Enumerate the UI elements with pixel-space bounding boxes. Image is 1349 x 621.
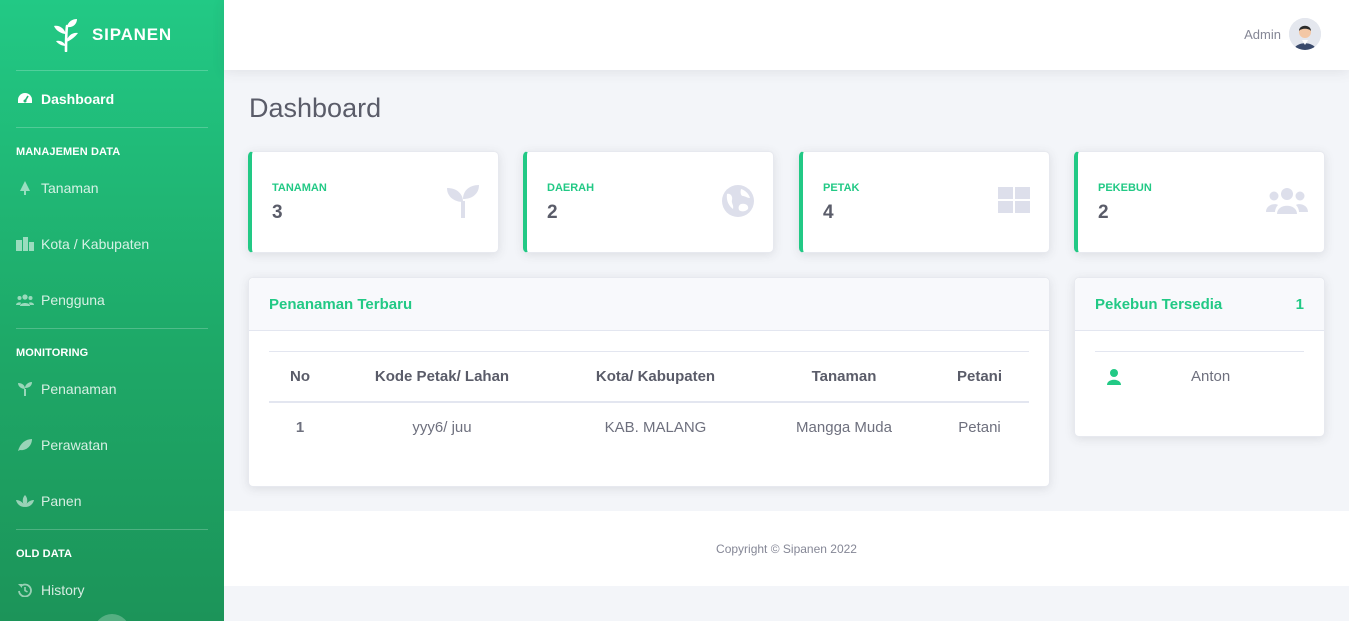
grid-icon [998, 187, 1030, 213]
sidebar-item-dashboard[interactable]: Dashboard [0, 71, 224, 127]
brand[interactable]: SIPANEN [0, 0, 224, 70]
farmer-count: 1 [1295, 295, 1304, 313]
stat-card-petak: PETAK 4 [799, 151, 1050, 253]
sidebar-item-panen[interactable]: Panen [0, 473, 224, 529]
brand-name: SIPANEN [92, 25, 172, 44]
stat-value: 3 [272, 202, 283, 223]
topbar: Admin [224, 0, 1349, 70]
sidebar-item-label: Dashboard [41, 91, 115, 107]
sidebar-heading: MANAJEMEN DATA [16, 146, 121, 158]
sidebar-item-label: History [41, 582, 85, 598]
card-title: Pekebun Tersedia [1095, 295, 1223, 313]
sidebar-item-pengguna[interactable]: Pengguna [0, 272, 224, 328]
recent-planting-card: Penanaman Terbaru No Kode Petak/ Lahan K… [248, 277, 1050, 487]
globe-icon [722, 185, 754, 217]
table-cell: Petani [958, 418, 1001, 436]
stat-label: PETAK [823, 182, 860, 194]
sidebar-item-label: Pengguna [41, 292, 105, 308]
table-cell: yyy6/ juu [412, 418, 472, 436]
user-icon [1107, 368, 1121, 385]
city-icon [16, 236, 34, 252]
sidebar-item-history[interactable]: History [0, 562, 224, 618]
sidebar-item-label: Penanaman [41, 381, 117, 397]
spa-icon [16, 493, 34, 509]
copyright-text: Copyright © Sipanen 2022 [716, 541, 857, 556]
column-header: Petani [930, 351, 1029, 403]
stat-card-pekebun: PEKEBUN 2 [1074, 151, 1325, 253]
users-icon [1266, 188, 1308, 214]
leaf-icon [16, 437, 34, 453]
column-header: Kode Petak/ Lahan [331, 351, 553, 403]
stat-card-tanaman: TANAMAN 3 [248, 151, 499, 253]
stat-label: DAERAH [547, 182, 595, 194]
stat-value: 4 [823, 202, 834, 223]
table-header-row: No Kode Petak/ Lahan Kota/ Kabupaten Tan… [269, 351, 1029, 403]
sidebar-item-label: Perawatan [41, 437, 108, 453]
card-title: Penanaman Terbaru [269, 295, 413, 313]
sidebar-heading: OLD DATA [16, 548, 72, 560]
card-header: Pekebun Tersedia 1 [1075, 278, 1324, 331]
column-header: Kota/ Kabupaten [553, 351, 758, 403]
users-icon [16, 292, 34, 308]
sidebar-item-tanaman[interactable]: Tanaman [0, 160, 224, 216]
leaf-sprout-icon [54, 19, 79, 52]
tree-icon [16, 180, 34, 196]
list-item: Anton [1095, 351, 1304, 401]
page-title: Dashboard [249, 93, 382, 123]
farmer-name: Anton [1191, 368, 1231, 385]
sidebar-item-label: Panen [41, 493, 82, 509]
column-header: Tanaman [758, 351, 930, 403]
seedling-icon [447, 185, 479, 218]
footer: Copyright © Sipanen 2022 [224, 511, 1349, 586]
table-row: 1 yyy6/ juu KAB. MALANG Mangga Muda Peta… [269, 402, 1029, 452]
seedling-icon [16, 381, 34, 397]
table-cell: 1 [295, 418, 305, 436]
sidebar-item-kota-kabupaten[interactable]: Kota / Kabupaten [0, 216, 224, 272]
sidebar-item-perawatan[interactable]: Perawatan [0, 417, 224, 473]
sidebar: SIPANEN Dashboard MANAJEMEN DATA Tanaman… [0, 0, 224, 621]
planting-table: No Kode Petak/ Lahan Kota/ Kabupaten Tan… [269, 351, 1029, 452]
sidebar-item-penanaman[interactable]: Penanaman [0, 361, 224, 417]
stat-label: TANAMAN [272, 182, 327, 194]
sidebar-heading: MONITORING [16, 347, 89, 359]
user-dropdown[interactable]: Admin [1244, 18, 1321, 50]
tachometer-icon [16, 91, 34, 107]
card-header: Penanaman Terbaru [249, 278, 1049, 331]
available-farmers-card: Pekebun Tersedia 1 Anton [1074, 277, 1325, 437]
stat-label: PEKEBUN [1098, 182, 1152, 194]
sidebar-item-label: Kota / Kabupaten [41, 236, 150, 252]
column-header: No [269, 351, 331, 403]
avatar [1289, 18, 1321, 50]
stat-value: 2 [1098, 202, 1109, 223]
table-cell: KAB. MALANG [604, 418, 707, 436]
sidebar-item-label: Tanaman [41, 180, 99, 196]
stat-card-daerah: DAERAH 2 [523, 151, 774, 253]
history-icon [16, 582, 34, 598]
table-cell: Mangga Muda [796, 418, 892, 436]
stat-value: 2 [547, 202, 558, 223]
user-name: Admin [1244, 26, 1281, 42]
